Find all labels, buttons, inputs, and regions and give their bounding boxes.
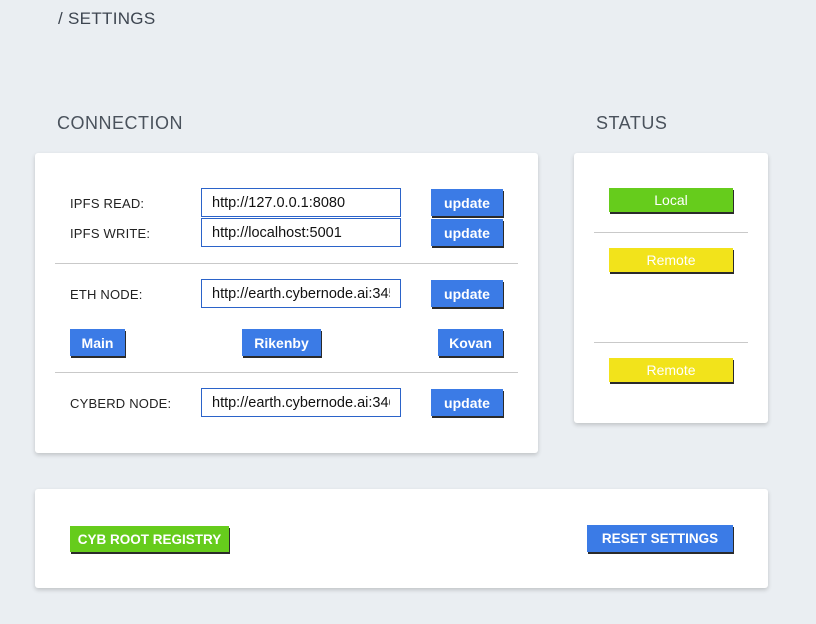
- ipfs-read-input[interactable]: [201, 188, 401, 217]
- status-title: STATUS: [596, 113, 668, 133]
- status-badge-remote-eth: Remote: [609, 248, 733, 272]
- reset-settings-button[interactable]: RESET SETTINGS: [587, 525, 733, 552]
- connection-card: IPFS READ: update IPFS WRITE: update ETH…: [35, 153, 538, 453]
- status-badge-local: Local: [609, 188, 733, 212]
- ipfs-read-update-button[interactable]: update: [431, 189, 503, 216]
- divider: [594, 342, 748, 343]
- footer-card: CYB ROOT REGISTRY RESET SETTINGS: [35, 489, 768, 588]
- eth-node-label: ETH NODE:: [70, 287, 143, 302]
- cyb-root-registry-button[interactable]: CYB ROOT REGISTRY: [70, 526, 229, 552]
- status-badge-remote-cyberd: Remote: [609, 358, 733, 382]
- ipfs-write-update-button[interactable]: update: [431, 219, 503, 246]
- eth-node-input[interactable]: [201, 279, 401, 308]
- ipfs-write-input[interactable]: [201, 218, 401, 247]
- divider: [55, 372, 518, 373]
- connection-title: CONNECTION: [57, 113, 183, 133]
- breadcrumb: / SETTINGS: [58, 9, 156, 28]
- divider: [55, 263, 518, 264]
- eth-node-update-button[interactable]: update: [431, 280, 503, 307]
- status-card: Local Remote Remote: [574, 153, 768, 423]
- ipfs-write-label: IPFS WRITE:: [70, 226, 151, 241]
- cyberd-node-input[interactable]: [201, 388, 401, 417]
- divider: [594, 232, 748, 233]
- network-rikenby-button[interactable]: Rikenby: [242, 329, 321, 356]
- cyberd-node-update-button[interactable]: update: [431, 389, 503, 416]
- ipfs-read-label: IPFS READ:: [70, 196, 145, 211]
- network-kovan-button[interactable]: Kovan: [438, 329, 503, 356]
- network-main-button[interactable]: Main: [70, 329, 125, 356]
- cyberd-node-label: CYBERD NODE:: [70, 396, 172, 411]
